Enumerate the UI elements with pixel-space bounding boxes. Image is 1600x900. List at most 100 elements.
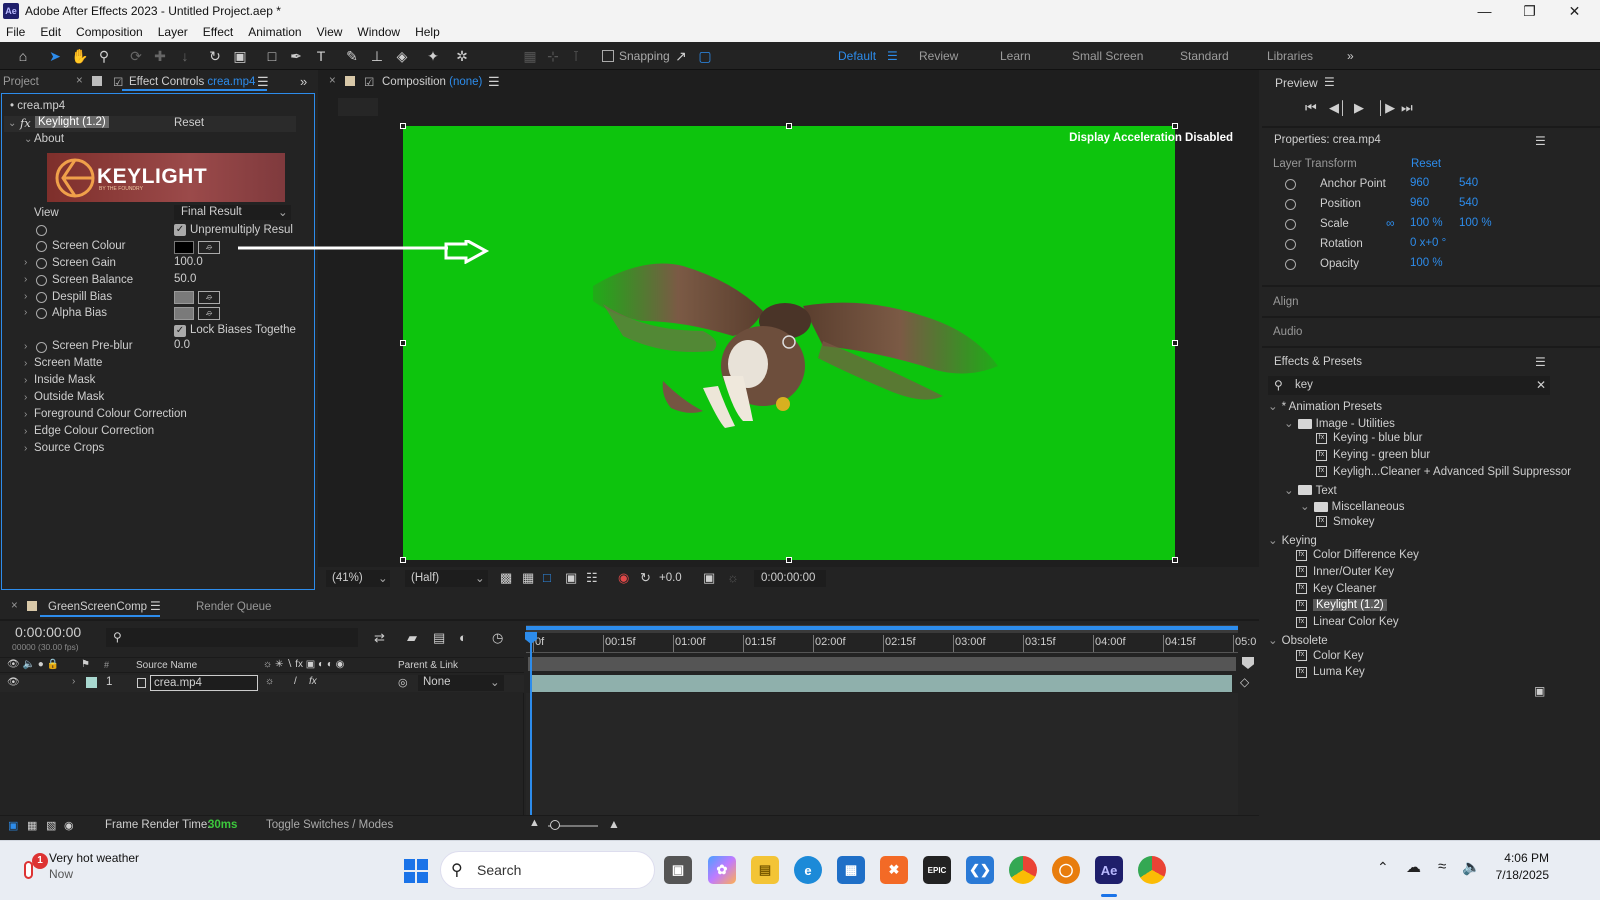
taskbar-search[interactable]: ⚲ Search [440,851,655,889]
stopwatch-icon[interactable] [36,225,47,236]
workspace-default[interactable]: Default [838,49,876,63]
workspace-learn[interactable]: Learn [1000,49,1031,63]
panel-menu-icon[interactable]: ☰ [150,599,161,613]
audio-panel-title[interactable]: Audio [1273,326,1302,338]
menu-edit[interactable]: Edit [40,25,61,39]
unpremultiply-checkbox[interactable]: ✓ [174,224,186,236]
minimize-icon[interactable]: — [1462,0,1507,22]
effects-tree-item[interactable]: fx Keylight (1.2) [1296,599,1387,612]
fx-icon[interactable]: fx [20,116,31,130]
effects-tree-item[interactable]: ⌄ * Animation Presets [1268,399,1382,413]
transfer-controls-icon[interactable]: ▦ [27,819,37,832]
comp-flowchart-icon[interactable]: ⇄ [374,630,385,646]
zoom-dropdown[interactable]: (41%) ⌄ [326,570,390,587]
chevron-down-icon[interactable]: ⌄ [1300,501,1310,513]
chevron-right-icon[interactable]: › [24,392,27,403]
show-snapshot-icon[interactable]: ☼ [727,570,739,585]
prop-anchor-point-y[interactable]: 540 [1459,177,1478,189]
next-frame-icon[interactable]: │▶ [1377,100,1395,116]
transform-handle[interactable] [400,123,406,129]
close-icon[interactable]: ✕ [1552,0,1597,22]
screen-preblur-value[interactable]: 0.0 [174,339,190,351]
workspace-libraries[interactable]: Libraries [1267,49,1313,63]
group-edge-colour-correction[interactable]: Edge Colour Correction [34,425,154,437]
menu-help[interactable]: Help [415,25,440,39]
workspace-standard[interactable]: Standard [1180,49,1229,63]
reset-exposure-icon[interactable]: ↻ [640,570,651,586]
close-tab-icon[interactable]: × [11,600,18,612]
timeline-timecode[interactable]: 0:00:00:00 [15,624,81,640]
lock-icon[interactable]: ☑ [364,75,374,89]
constrain-link-icon[interactable]: ∞ [1386,216,1395,230]
screen-colour-swatch[interactable] [174,241,194,254]
axis-icon[interactable]: ▦ [520,46,540,66]
group-fg-colour-correction[interactable]: Foreground Colour Correction [34,408,187,420]
transform-reset-link[interactable]: Reset [1411,158,1441,170]
prop-position-y[interactable]: 540 [1459,197,1478,209]
menu-view[interactable]: View [317,25,343,39]
show-hidden-icons-icon[interactable]: ⌃ [1377,859,1389,876]
effects-tree-item[interactable]: fx Key Cleaner [1296,583,1376,595]
effects-tree-item[interactable]: fx Luma Key [1296,666,1365,678]
comp-button-icon[interactable]: ◇ [1240,675,1249,689]
layer-duration-bar[interactable] [532,675,1232,692]
prop-scale-x[interactable]: 100 % [1410,217,1443,229]
tab-render-queue[interactable]: Render Queue [196,601,271,613]
menu-effect[interactable]: Effect [203,25,233,39]
chevron-down-icon[interactable]: ⌄ [1284,418,1294,430]
stopwatch-icon[interactable] [36,241,47,252]
menu-composition[interactable]: Composition [76,25,143,39]
eraser-icon[interactable]: ◈ [392,46,412,66]
group-source-crops[interactable]: Source Crops [34,442,104,454]
chevron-down-icon[interactable]: ⌄ [8,118,16,129]
effects-tree-item[interactable]: ⌄ Keying [1268,533,1317,547]
comp-duration-bar[interactable] [528,657,1236,671]
menu-window[interactable]: Window [357,25,400,39]
weather-icon[interactable]: 1 [20,853,48,881]
file-explorer-icon[interactable]: ▤ [751,856,779,884]
timeline-zoom-thumb[interactable] [550,820,560,830]
eyedropper-icon[interactable]: ⌮ [198,291,220,304]
panel-menu-icon[interactable]: ☰ [1535,355,1546,369]
tab-greenscreen-comp[interactable]: GreenScreenComp [48,601,147,613]
comp-marker-icon[interactable] [1242,657,1254,669]
copilot-icon[interactable]: ✿ [708,856,736,884]
volume-icon[interactable]: 🔈 [1462,858,1481,876]
stopwatch-icon[interactable] [1285,219,1296,230]
parent-link-header[interactable]: Parent & Link [398,660,458,671]
pick-whip-icon[interactable]: ◎ [398,676,408,689]
clone-stamp-icon[interactable]: ⊥ [367,46,387,66]
effect-name[interactable]: Keylight (1.2) [35,116,109,128]
screen-gain-value[interactable]: 100.0 [174,256,203,268]
selection-tool-icon[interactable]: ➤ [45,46,65,66]
chevron-right-icon[interactable]: › [72,676,75,687]
chevron-right-icon[interactable]: › [24,274,27,285]
fast-previews-icon[interactable]: ▩ [500,570,512,586]
chevron-down-icon[interactable]: ⌄ [1268,535,1278,547]
parent-dropdown[interactable]: None ⌄ [418,675,504,691]
zoom-in-icon[interactable]: ▲ [608,817,620,831]
stopwatch-icon[interactable] [1285,179,1296,190]
zoom-tool-icon[interactable]: ⚲ [94,46,114,66]
chevron-down-icon[interactable]: ⌄ [1284,485,1294,497]
comp-timecode-field[interactable]: 0:00:00:00 [754,570,826,587]
grid-guides-icon[interactable]: ☷ [586,570,598,586]
effects-tree-item[interactable]: ⌄ Image - Utilities [1284,416,1395,430]
wifi-icon[interactable]: ≈ [1438,858,1446,875]
chevron-right-icon[interactable]: › [24,409,27,420]
tab-composition[interactable]: Composition (none) [382,76,482,88]
eyedropper-icon[interactable]: ⌮ [198,241,220,254]
exposure-value[interactable]: +0.0 [659,572,682,584]
prev-frame-icon[interactable]: ◀│ [1329,100,1347,116]
rotate-tool-icon[interactable]: ↻ [205,46,225,66]
prop-anchor-point-x[interactable]: 960 [1410,177,1429,189]
task-view-icon[interactable]: ▣ [664,856,692,884]
prop-opacity-value[interactable]: 100 % [1410,257,1443,269]
effects-tree-item[interactable]: ⌄ Text [1284,483,1337,497]
orbit-icon[interactable]: ⟳ [126,46,146,66]
hand-tool-icon[interactable]: ✋ [70,46,90,66]
edge-browser-icon[interactable]: e [794,856,822,884]
close-tab-icon[interactable]: × [76,75,83,87]
effects-tree-item[interactable]: fx Smokey [1316,516,1375,528]
pan-behind-icon[interactable]: ▣ [230,46,250,66]
